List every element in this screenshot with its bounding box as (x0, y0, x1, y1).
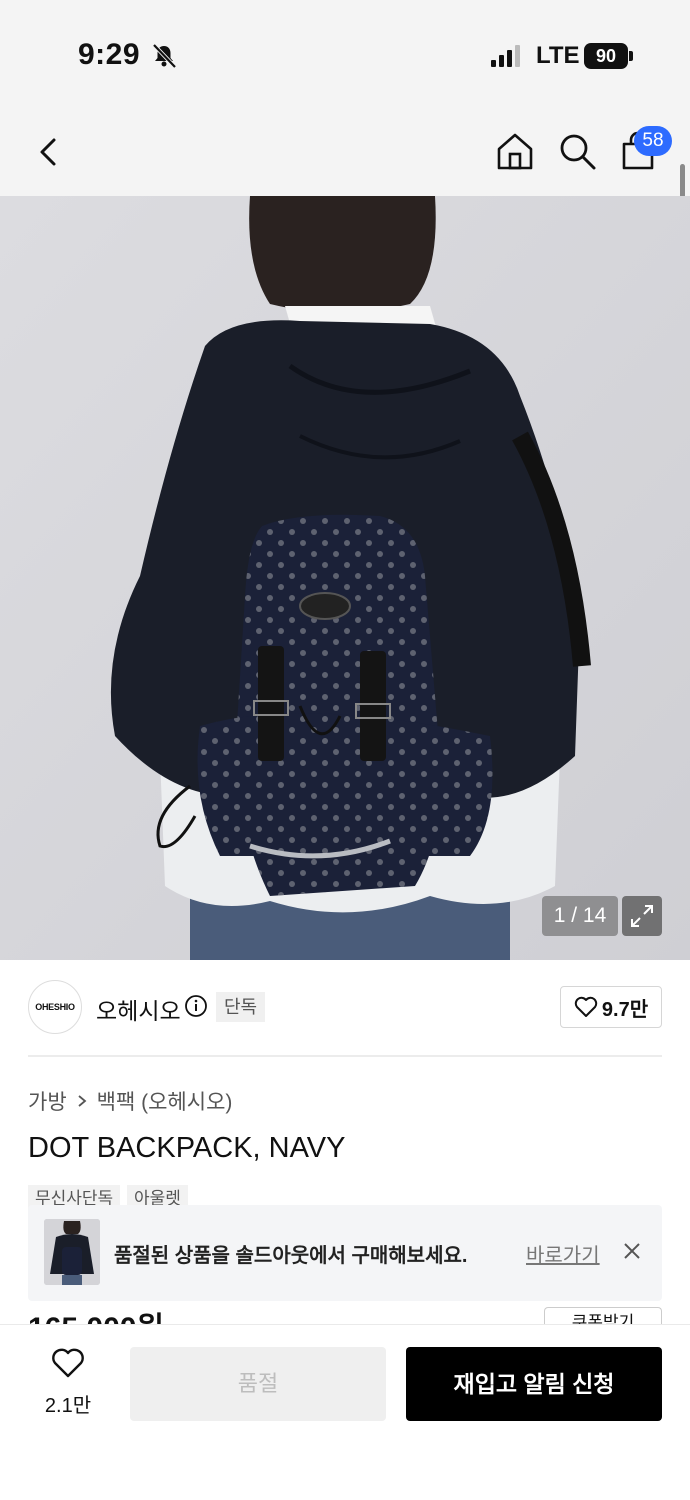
status-time: 9:29 (78, 38, 141, 71)
product-title: DOT BACKPACK, NAVY (28, 1132, 346, 1164)
soldout-banner-link[interactable]: 바로가기 (526, 1239, 600, 1268)
home-icon[interactable] (494, 130, 536, 172)
expand-icon[interactable] (622, 896, 662, 936)
breadcrumb: 가방 백팩 (오헤시오) (28, 1086, 232, 1116)
battery-indicator: 90 (584, 43, 628, 69)
wish-count: 2.1만 (44, 1395, 92, 1417)
soldout-banner: 품절된 상품을 솔드아웃에서 구매해보세요. 바로가기 (28, 1205, 662, 1301)
heart-outline-icon (52, 1348, 84, 1378)
info-icon[interactable] (184, 994, 208, 1018)
cart-count-badge: 58 (634, 126, 672, 156)
breadcrumb-category[interactable]: 가방 (28, 1086, 67, 1116)
divider (28, 1055, 662, 1057)
brand-name[interactable]: 오헤시오 (96, 992, 181, 1026)
signal-icon (491, 45, 520, 67)
search-icon[interactable] (556, 130, 598, 172)
back-arrow-icon[interactable] (30, 132, 70, 172)
app-header: 58 (0, 110, 690, 196)
exclusive-badge: 단독 (216, 992, 266, 1022)
battery-cap (629, 51, 633, 61)
network-label: LTE (536, 42, 580, 69)
price: 165,000원 (28, 1306, 164, 1326)
brand-logo[interactable]: OHESHIO (28, 980, 82, 1034)
status-bar: 9:29 LTE 90 (0, 0, 690, 110)
restock-alert-button[interactable]: 재입고 알림 신청 (406, 1347, 662, 1421)
bottom-action-bar: 2.1만 품절 재입고 알림 신청 (0, 1324, 690, 1500)
bell-muted-icon (152, 43, 177, 69)
image-counter: 1 / 14 (542, 896, 618, 936)
breadcrumb-subcategory[interactable]: 백팩 (오헤시오) (97, 1086, 233, 1116)
chevron-right-icon (78, 1095, 87, 1107)
soldout-button: 품절 (130, 1347, 386, 1421)
product-photo-illustration (0, 196, 690, 960)
wish-button[interactable]: 2.1만 (40, 1347, 96, 1421)
soldout-banner-message: 품절된 상품을 솔드아웃에서 구매해보세요. (114, 1245, 468, 1267)
close-icon[interactable] (618, 1237, 646, 1265)
brand-like-button[interactable]: 9.7만 (560, 986, 662, 1028)
banner-thumbnail (44, 1219, 100, 1285)
product-image[interactable] (0, 196, 690, 960)
brand-like-count: 9.7만 (601, 998, 649, 1021)
heart-icon (574, 996, 598, 1017)
